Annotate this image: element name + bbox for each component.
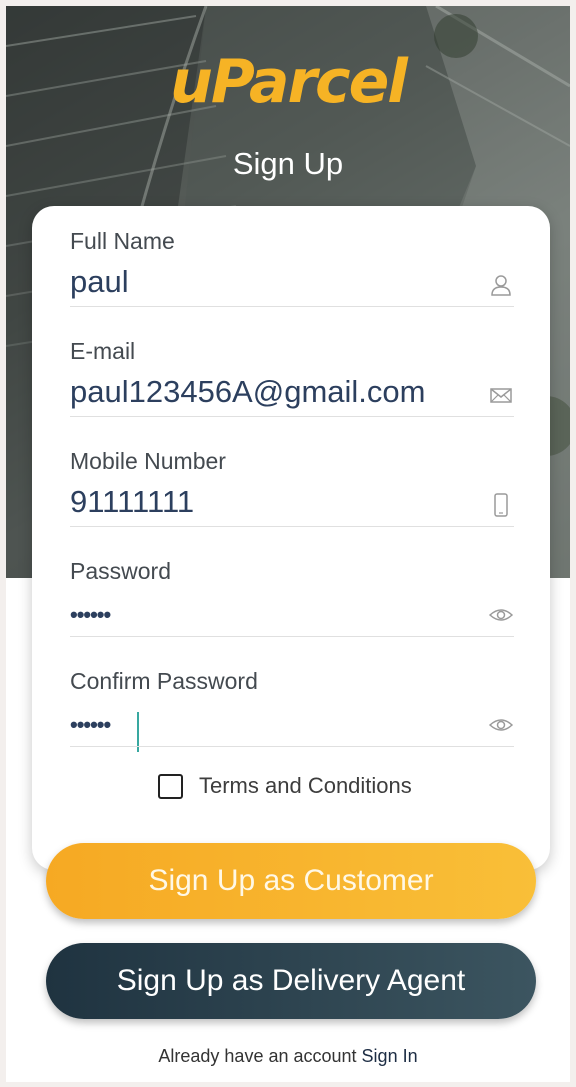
confirm-password-field[interactable]: Confirm Password ••••••: [70, 646, 514, 752]
terms-checkbox[interactable]: [158, 774, 183, 799]
envelope-icon: [490, 388, 512, 403]
password-underline: [70, 636, 514, 637]
mobile-number-field[interactable]: Mobile Number 91111111: [70, 426, 514, 527]
sign-up-agent-button[interactable]: Sign Up as Delivery Agent: [46, 943, 536, 1019]
mobile-number-underline: [70, 526, 514, 527]
eye-icon[interactable]: [488, 712, 514, 738]
uparcel-logo: uParcel: [170, 47, 408, 117]
mobile-number-input[interactable]: 91111111: [70, 484, 194, 520]
terms-label[interactable]: Terms and Conditions: [199, 773, 412, 799]
page-title: Sign Up: [232, 146, 344, 181]
email-input[interactable]: paul123456A@gmail.com: [70, 374, 425, 410]
confirm-password-underline: [70, 746, 514, 747]
confirm-password-label: Confirm Password: [70, 668, 258, 694]
confirm-password-input[interactable]: ••••••: [70, 712, 111, 738]
password-field[interactable]: Password ••••••: [70, 536, 514, 637]
mobile-number-label: Mobile Number: [70, 448, 226, 474]
full-name-input[interactable]: paul: [70, 264, 129, 300]
password-label: Password: [70, 558, 171, 584]
app-screen: uParcel Sign Up Full Name paul E-mail pa…: [6, 6, 570, 1082]
footer-sign-in-row: Already have an account Sign In: [6, 1046, 570, 1067]
email-underline: [70, 416, 514, 417]
email-label: E-mail: [70, 338, 136, 364]
footer-prompt: Already have an account: [158, 1046, 357, 1066]
password-input[interactable]: ••••••: [70, 602, 111, 628]
phone-icon: [494, 493, 508, 517]
full-name-underline: [70, 306, 514, 307]
user-icon: [491, 275, 511, 296]
sign-up-customer-button[interactable]: Sign Up as Customer: [46, 843, 536, 919]
eye-icon[interactable]: [488, 602, 514, 628]
full-name-field[interactable]: Full Name paul: [70, 206, 514, 307]
full-name-label: Full Name: [70, 228, 175, 254]
signup-form-card: Full Name paul E-mail paul123456A@gmail.…: [32, 206, 550, 870]
email-field[interactable]: E-mail paul123456A@gmail.com: [70, 316, 514, 417]
sign-in-link[interactable]: Sign In: [362, 1046, 418, 1066]
